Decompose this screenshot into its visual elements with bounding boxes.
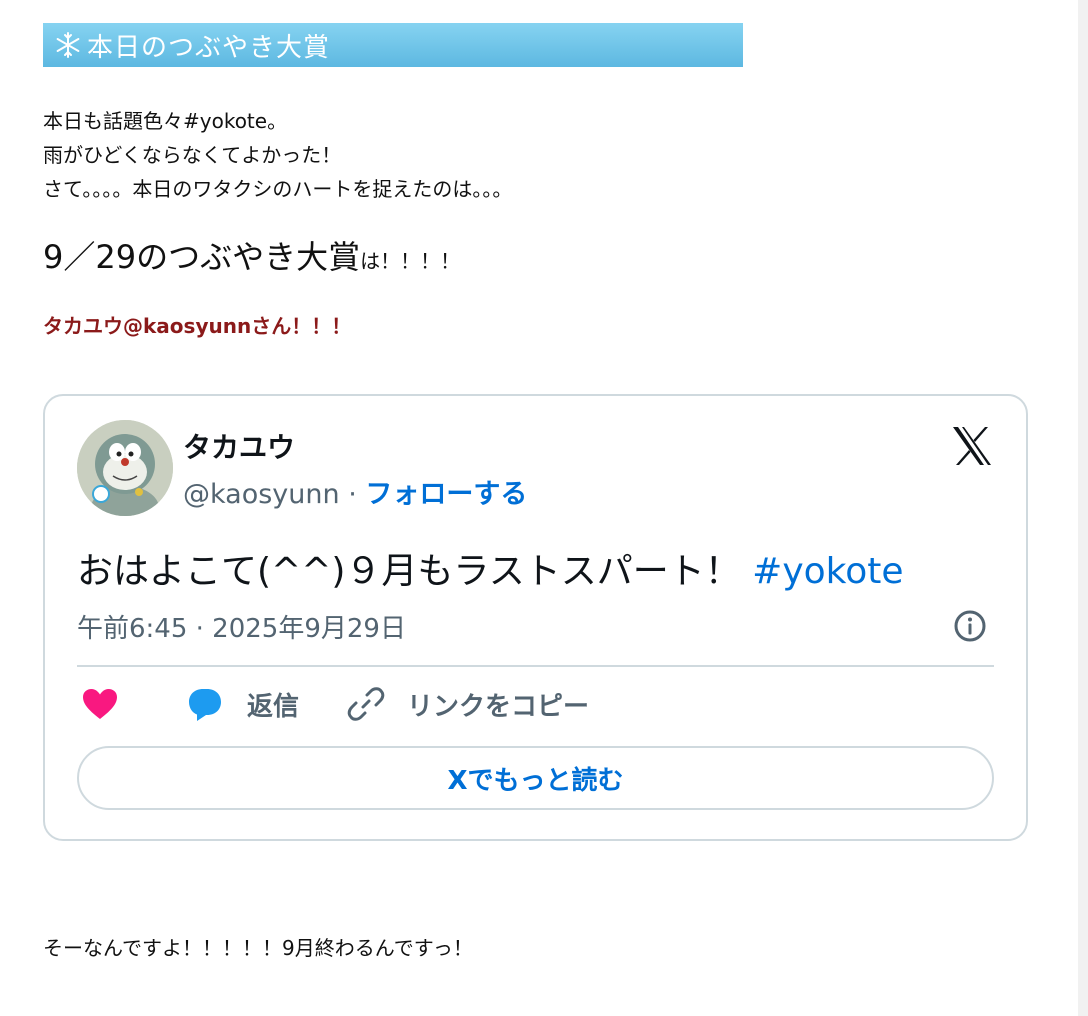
tweet-handle-row: @kaosyunn · フォローする (183, 472, 527, 511)
tweet-timestamp[interactable]: 午前6:45 · 2025年9月29日 (77, 608, 406, 645)
embedded-tweet-card[interactable]: タカユウ @kaosyunn · フォローする おはよこて(^^)９月もラストス… (43, 394, 1028, 841)
copy-link-label: リンクをコピー (407, 691, 590, 722)
link-icon (347, 685, 385, 723)
like-button[interactable] (81, 684, 119, 724)
intro-paragraph: 本日も話題色々#yokote。 雨がひどくならなくてよかった！ さて。。。。本日… (43, 104, 943, 206)
intro-line: 本日も話題色々#yokote。 (43, 109, 288, 133)
award-headline: 9／29のつぶやき大賞は！！！！ (43, 232, 460, 278)
tweet-text: おはよこて(^^)９月もラストスパート！ #yokote (77, 542, 904, 594)
tweet-divider (77, 665, 994, 667)
reply-label: 返信 (247, 691, 300, 722)
award-headline-suffix: は！！！！ (360, 249, 461, 273)
closing-text: そーなんですよ！！！！！9月終わるんですっ！ (43, 936, 473, 960)
follow-button[interactable]: フォローする (365, 479, 527, 510)
section-title-banner: 本日のつぶやき大賞 (43, 23, 743, 67)
tweet-display-name[interactable]: タカユウ (183, 426, 295, 466)
read-more-on-x-button[interactable]: Xでもっと読む (77, 746, 994, 810)
x-logo-icon[interactable] (950, 424, 994, 468)
winner-announcement: タカユウ@kaosyunnさん！！！ (43, 314, 352, 338)
tweet-hashtag-link[interactable]: #yokote (752, 551, 903, 592)
avatar[interactable] (77, 420, 173, 516)
award-headline-main: 9／29のつぶやき大賞 (43, 238, 361, 276)
reply-button[interactable]: 返信 (185, 684, 299, 724)
intro-line: さて。。。。本日のワタクシのハートを捉えたのは。。。 (43, 177, 513, 201)
tweet-body: おはよこて(^^)９月もラストスパート！ (77, 551, 753, 592)
heart-icon (81, 687, 119, 721)
section-title: 本日のつぶやき大賞 (87, 32, 331, 63)
tweet-handle[interactable]: @kaosyunn (183, 479, 340, 510)
right-scroll-rail (1078, 0, 1088, 1016)
snowflake-icon (53, 30, 83, 60)
reply-bubble-icon (185, 686, 225, 722)
intro-line: 雨がひどくならなくてよかった！ (43, 143, 342, 167)
handle-separator: · (339, 479, 366, 510)
info-icon[interactable] (952, 608, 988, 644)
copy-link-button[interactable]: リンクをコピー (347, 684, 589, 724)
